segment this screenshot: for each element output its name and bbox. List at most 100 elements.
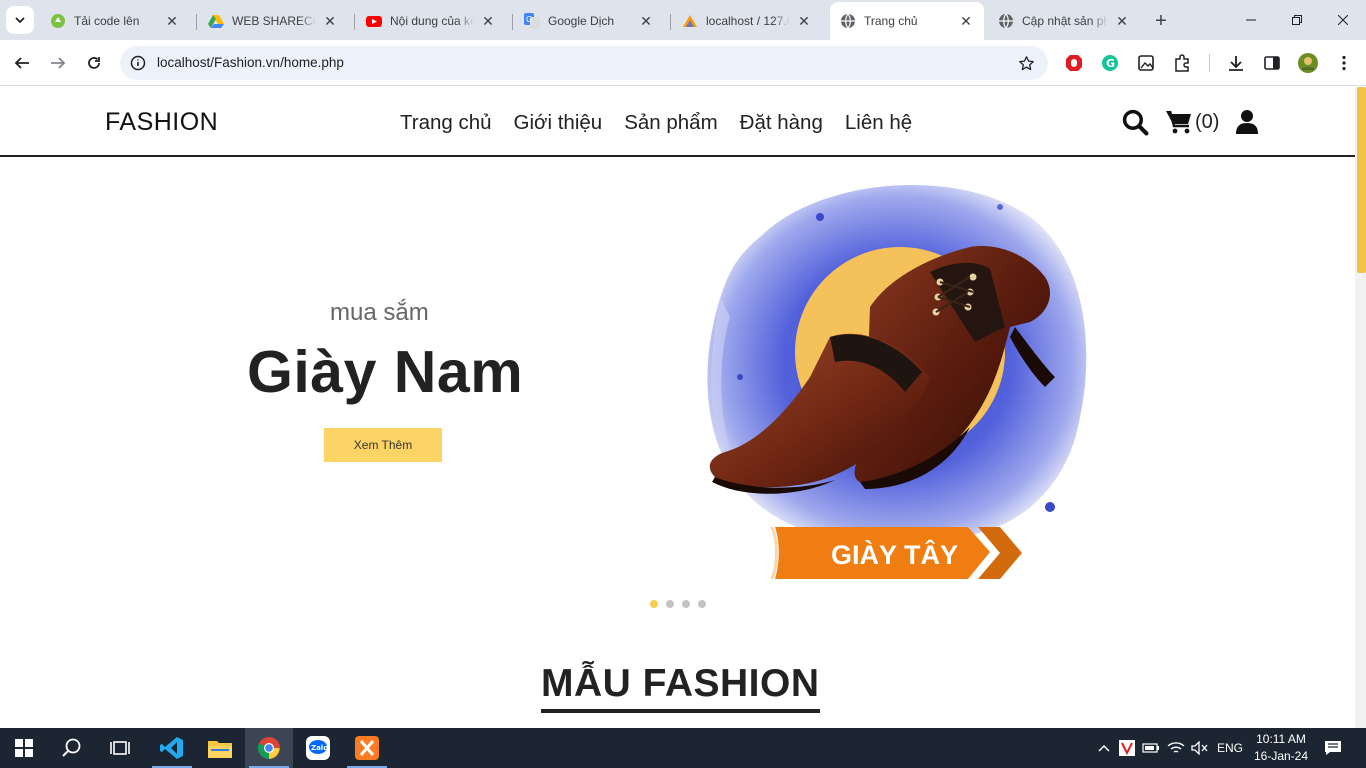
taskbar-search-button[interactable] [48, 728, 96, 768]
xampp-icon [355, 736, 379, 760]
file-explorer-taskbar-app[interactable] [196, 728, 244, 768]
google-translate-icon: G [524, 13, 540, 29]
profile-avatar[interactable] [1297, 52, 1319, 74]
chrome-taskbar-app[interactable] [245, 728, 293, 768]
tab-separator [670, 14, 671, 30]
google-drive-icon [208, 13, 224, 29]
xem-them-button[interactable]: Xem Thêm [324, 428, 442, 462]
language-indicator[interactable]: ENG [1214, 728, 1246, 768]
search-icon [62, 738, 81, 757]
restore-button[interactable] [1274, 0, 1320, 40]
taskbar-clock[interactable]: 10:11 AM 16-Jan-24 [1250, 731, 1312, 765]
clock-time: 10:11 AM [1256, 732, 1306, 746]
tab-web-sharecode[interactable]: WEB SHARECODE ✕ [198, 6, 348, 36]
main-nav: Trang chủ Giới thiệu Sản phẩm Đặt hàng L… [400, 111, 912, 135]
shopping-cart-icon [1166, 110, 1191, 134]
hero-title: Giày Nam [247, 339, 524, 405]
tab-label: localhost / 127.0.0.1 [706, 14, 790, 28]
grammarly-extension-icon[interactable]: G [1099, 52, 1121, 74]
volume-muted-icon[interactable] [1189, 728, 1211, 768]
nav-dat-hang[interactable]: Đặt hàng [740, 111, 823, 135]
tab-youtube[interactable]: Nội dung của kênh ✕ [356, 6, 506, 36]
minimize-button[interactable] [1228, 0, 1274, 40]
star-icon[interactable] [1016, 53, 1036, 73]
tab-google-dich[interactable]: G Google Dịch ✕ [514, 6, 664, 36]
clock-date: 16-Jan-24 [1253, 749, 1309, 763]
puzzle-extensions-icon[interactable] [1171, 52, 1193, 74]
close-icon[interactable]: ✕ [796, 13, 812, 29]
notification-icon [1325, 741, 1341, 755]
carousel-dot-1[interactable] [650, 600, 658, 608]
windows-icon [15, 739, 33, 757]
tab-search-button[interactable] [6, 6, 34, 34]
reload-icon [88, 57, 100, 69]
nav-san-pham[interactable]: Sản phẩm [624, 111, 717, 135]
show-hidden-icons-button[interactable] [1094, 728, 1114, 768]
browser-tab-strip: Tải code lên ✕ WEB SHARECODE ✕ Nội dung … [0, 0, 1366, 40]
image-extension-icon[interactable] [1135, 52, 1157, 74]
tab-phpmyadmin[interactable]: localhost / 127.0.0.1 ✕ [672, 6, 822, 36]
chevron-up-icon [1098, 744, 1110, 752]
cart-count: (0) [1195, 110, 1220, 133]
side-panel-icon[interactable] [1261, 52, 1283, 74]
wifi-icon[interactable] [1165, 728, 1187, 768]
close-window-button[interactable] [1320, 0, 1366, 40]
carousel-dot-4[interactable] [698, 600, 706, 608]
close-icon[interactable]: ✕ [1114, 13, 1130, 29]
nav-trang-chu[interactable]: Trang chủ [400, 111, 492, 135]
carousel-dot-3[interactable] [682, 600, 690, 608]
tab-separator [354, 14, 355, 30]
address-bar[interactable]: localhost/Fashion.vn/home.php [120, 46, 1048, 80]
carousel-dot-2[interactable] [666, 600, 674, 608]
close-icon[interactable]: ✕ [958, 13, 974, 29]
cart-button[interactable]: (0) [1165, 105, 1219, 139]
tab-cap-nhat[interactable]: Cập nhật sản phẩm ✕ [988, 6, 1140, 36]
forward-button[interactable] [43, 48, 73, 78]
zalo-taskbar-app[interactable]: Zalo [294, 728, 342, 768]
close-icon[interactable]: ✕ [480, 13, 496, 29]
new-tab-button[interactable]: + [1148, 8, 1174, 34]
vscode-taskbar-app[interactable] [148, 728, 196, 768]
tab-tai-code[interactable]: Tải code lên ✕ [40, 6, 190, 36]
start-button[interactable] [0, 728, 48, 768]
tray-app-icon[interactable] [1117, 728, 1137, 768]
chrome-icon [257, 737, 280, 759]
zalo-icon: Zalo [306, 736, 330, 760]
plus-icon: + [1155, 9, 1167, 32]
vscode-icon [160, 737, 183, 759]
toolbar-separator [1209, 54, 1210, 72]
search-button[interactable] [1122, 105, 1149, 139]
close-icon[interactable]: ✕ [638, 13, 654, 29]
site-info-icon[interactable] [128, 53, 148, 73]
site-logo[interactable]: FASHION [105, 108, 218, 137]
globe-icon [840, 13, 856, 29]
close-icon[interactable]: ✕ [322, 13, 338, 29]
more-menu-icon[interactable] [1333, 52, 1355, 74]
tab-label: WEB SHARECODE [232, 14, 316, 28]
phpmyadmin-icon [682, 13, 698, 29]
account-button[interactable] [1236, 105, 1258, 139]
back-button[interactable] [7, 48, 37, 78]
reload-button[interactable] [79, 48, 109, 78]
notification-center-button[interactable] [1320, 728, 1346, 768]
tab-label: Google Dịch [548, 14, 615, 28]
browser-toolbar: localhost/Fashion.vn/home.php G [0, 40, 1366, 86]
arrow-left-icon [14, 57, 29, 69]
nav-gioi-thieu[interactable]: Giới thiệu [514, 111, 603, 135]
battery-icon[interactable] [1141, 728, 1161, 768]
arrow-right-icon [51, 57, 66, 69]
close-icon[interactable]: ✕ [164, 13, 180, 29]
web-page: FASHION Trang chủ Giới thiệu Sản phẩm Đặ… [0, 87, 1355, 728]
page-scrollbar[interactable] [1355, 87, 1366, 728]
download-icon[interactable] [1225, 52, 1247, 74]
scrollbar-thumb[interactable] [1357, 87, 1366, 273]
tab-label: Nội dung của kênh [390, 14, 474, 28]
url-text[interactable]: localhost/Fashion.vn/home.php [157, 55, 344, 70]
xampp-taskbar-app[interactable] [343, 728, 391, 768]
task-view-button[interactable] [96, 728, 144, 768]
windows-taskbar: Zalo ENG 10:11 AM 16-Jan-24 [0, 728, 1366, 768]
tab-trang-chu[interactable]: Trang chủ ✕ [830, 2, 984, 40]
nav-lien-he[interactable]: Liên hệ [845, 111, 912, 135]
adblock-extension-icon[interactable] [1063, 52, 1085, 74]
close-icon [1338, 15, 1348, 25]
